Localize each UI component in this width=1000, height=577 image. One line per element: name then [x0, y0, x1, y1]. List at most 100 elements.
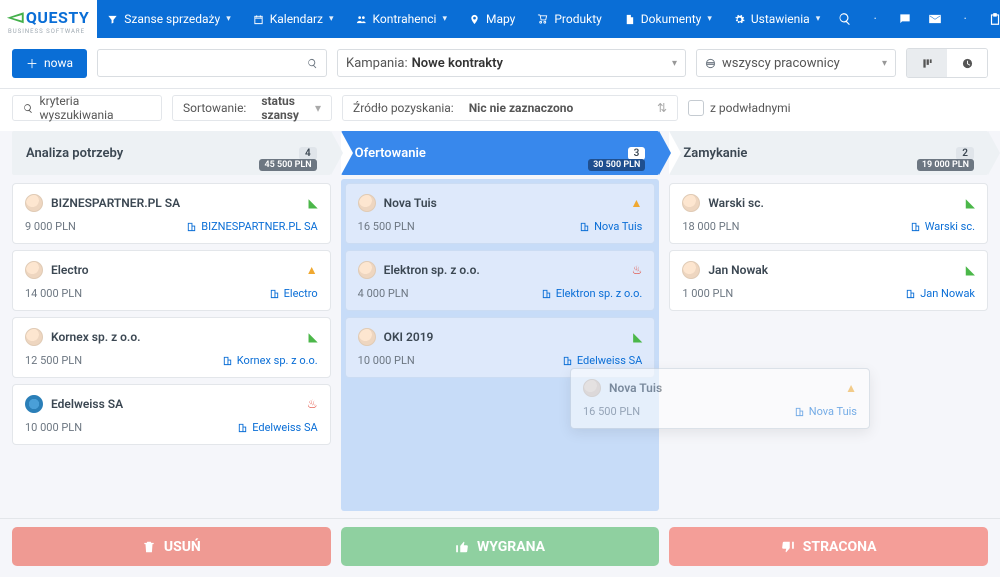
column-body[interactable]: BIZNESPARTNER.PL SA ◣ 9 000 PLN BIZNESPARTN…: [12, 179, 331, 511]
avatar: [25, 328, 43, 346]
search-criteria-button[interactable]: kryteria wyszukiwania: [12, 95, 162, 121]
column-sum: 45 500 PLN: [259, 159, 316, 171]
warning-icon: ▲: [306, 263, 318, 277]
card-title: OKI 2019: [384, 330, 625, 344]
card-company-link[interactable]: Elektron sp. z o.o.: [541, 287, 643, 300]
card-company-link[interactable]: Edelweiss SA: [562, 354, 642, 367]
card-title: Jan Nowak: [708, 263, 957, 277]
kanban-card[interactable]: BIZNESPARTNER.PL SA ◣ 9 000 PLN BIZNESPARTN…: [12, 183, 331, 244]
nav-dokumenty[interactable]: Dokumenty▾: [614, 0, 722, 38]
clipboard-icon[interactable]: [980, 0, 1000, 38]
nav-kalendarz[interactable]: Kalendarz▾: [243, 0, 344, 38]
card-value: 9 000 PLN: [25, 220, 76, 233]
card-company-link[interactable]: BIZNESPARTNER.PL SA: [186, 220, 317, 233]
building-icon: [794, 406, 805, 417]
drag-ghost-card: Nova Tuis ▲ 16 500 PLN Nova Tuis: [570, 368, 870, 429]
won-button[interactable]: WYGRANA: [341, 527, 660, 566]
kanban-column: Analiza potrzeby445 500 PLN BIZNESPARTNER…: [12, 131, 331, 511]
kanban-card[interactable]: Nova Tuis ▲ 16 500 PLN Nova Tuis: [345, 183, 656, 244]
card-title: BIZNESPARTNER.PL SA: [51, 196, 300, 210]
avatar: [682, 261, 700, 279]
chevron-down-icon: ▾: [315, 101, 321, 115]
search-icon[interactable]: [830, 0, 860, 38]
avatar: [25, 261, 43, 279]
nav-separator: ·: [950, 0, 980, 38]
avatar: [25, 395, 43, 413]
nav-produkty[interactable]: Produkty: [527, 0, 611, 38]
tag-icon: ◣: [633, 330, 642, 344]
updown-icon: ⇅: [657, 101, 667, 115]
kanban-card[interactable]: Warski sc. ◣ 18 000 PLN Warski sc.: [669, 183, 988, 244]
column-header[interactable]: Ofertowanie330 500 PLN: [341, 131, 660, 175]
column-body[interactable]: Warski sc. ◣ 18 000 PLN Warski sc. Jan Nowak…: [669, 179, 988, 511]
warning-icon: ▲: [630, 196, 642, 210]
card-value: 16 500 PLN: [358, 220, 415, 233]
campaign-select[interactable]: Kampania: Nowe kontrakty ▾: [337, 49, 686, 77]
nav-separator: ·: [860, 0, 890, 38]
column-body[interactable]: Nova Tuis ▲ 16 500 PLN Nova Tuis Elektron sp…: [341, 179, 660, 511]
card-title: Kornex sp. z o.o.: [51, 330, 300, 344]
nav-kontrahenci[interactable]: Kontrahenci▾: [346, 0, 457, 38]
app-logo[interactable]: ◅QUESTY BUSINESS SOFTWARE: [0, 0, 97, 38]
search-icon: [23, 103, 34, 114]
column-count: 2: [956, 147, 974, 160]
delete-button[interactable]: USUŃ: [12, 527, 331, 566]
search-input[interactable]: [97, 49, 327, 77]
card-value: 18 000 PLN: [682, 220, 739, 233]
card-title: Nova Tuis: [384, 196, 623, 210]
kanban-card[interactable]: Jan Nowak ◣ 1 000 PLN Jan Nowak: [669, 250, 988, 311]
chevron-down-icon: ▾: [882, 58, 887, 69]
tag-icon: ◣: [966, 263, 975, 277]
sort-select[interactable]: Sortowanie: status szansy ▾: [172, 95, 332, 121]
card-company-link[interactable]: Jan Nowak: [905, 287, 975, 300]
column-header[interactable]: Zamykanie219 000 PLN: [669, 131, 988, 175]
top-nav: ◅QUESTY BUSINESS SOFTWARE Szanse sprzeda…: [0, 0, 1000, 38]
employee-select[interactable]: wszyscy pracownicy ▾: [696, 49, 896, 77]
card-company-link[interactable]: Nova Tuis: [579, 220, 642, 233]
nav-szanse-sprzedaży[interactable]: Szanse sprzedaży▾: [97, 0, 240, 38]
card-value: 12 500 PLN: [25, 354, 82, 367]
mail-icon[interactable]: [920, 0, 950, 38]
chat-icon[interactable]: [890, 0, 920, 38]
lost-button[interactable]: STRACONA: [669, 527, 988, 566]
card-title: Elektron sp. z o.o.: [384, 263, 624, 277]
kanban-card[interactable]: Elektron sp. z o.o. ♨ 4 000 PLN Elektron sp…: [345, 250, 656, 311]
card-value: 10 000 PLN: [25, 421, 82, 434]
kanban-view-toggle[interactable]: [907, 49, 947, 77]
nav-ustawienia[interactable]: Ustawienia▾: [724, 0, 830, 38]
kanban-card[interactable]: Edelweiss SA ♨ 10 000 PLN Edelweiss SA: [12, 384, 331, 445]
card-title: Edelweiss SA: [51, 397, 299, 411]
bottom-action-bar: USUŃ WYGRANA STRACONA: [0, 518, 1000, 574]
fire-icon: ♨: [307, 397, 318, 411]
card-company-link[interactable]: Electro: [269, 287, 318, 300]
filter-bar-secondary: kryteria wyszukiwania Sortowanie: status…: [0, 89, 1000, 131]
view-toggle: [906, 48, 988, 78]
source-select[interactable]: Źródło pozyskania: Nic nie zaznaczono ⇅: [342, 95, 678, 121]
timeline-view-toggle[interactable]: [947, 49, 987, 77]
avatar: [358, 261, 376, 279]
column-header[interactable]: Analiza potrzeby445 500 PLN: [12, 131, 331, 175]
card-company-link[interactable]: Warski sc.: [910, 220, 975, 233]
trash-icon: [142, 540, 156, 554]
subordinates-checkbox-wrap: z podwładnymi: [688, 100, 888, 116]
card-value: 1 000 PLN: [682, 287, 733, 300]
card-value: 4 000 PLN: [358, 287, 409, 300]
search-icon: [307, 58, 318, 69]
nav-mapy[interactable]: Mapy: [459, 0, 525, 38]
fire-icon: ♨: [632, 263, 643, 277]
subordinates-checkbox[interactable]: [688, 100, 704, 116]
avatar: [682, 194, 700, 212]
nav-utility-icons: · · · · ·: [830, 0, 1000, 38]
tag-icon: ◣: [966, 196, 975, 210]
kanban-card[interactable]: Kornex sp. z o.o.◣12 500 PLNKornex sp. z…: [12, 317, 331, 378]
card-company-link[interactable]: Kornex sp. z o.o.: [222, 354, 318, 367]
card-company-link[interactable]: Edelweiss SA: [237, 421, 317, 434]
thumbs-up-icon: [455, 540, 469, 554]
kanban-card[interactable]: Electro▲14 000 PLNElectro: [12, 250, 331, 311]
warning-icon: ▲: [845, 381, 857, 395]
subordinates-label: z podwładnymi: [710, 101, 791, 115]
new-button[interactable]: ＋nowa: [12, 49, 87, 78]
tag-icon: ◣: [308, 196, 317, 210]
column-count: 4: [299, 147, 317, 160]
card-title: Warski sc.: [708, 196, 957, 210]
